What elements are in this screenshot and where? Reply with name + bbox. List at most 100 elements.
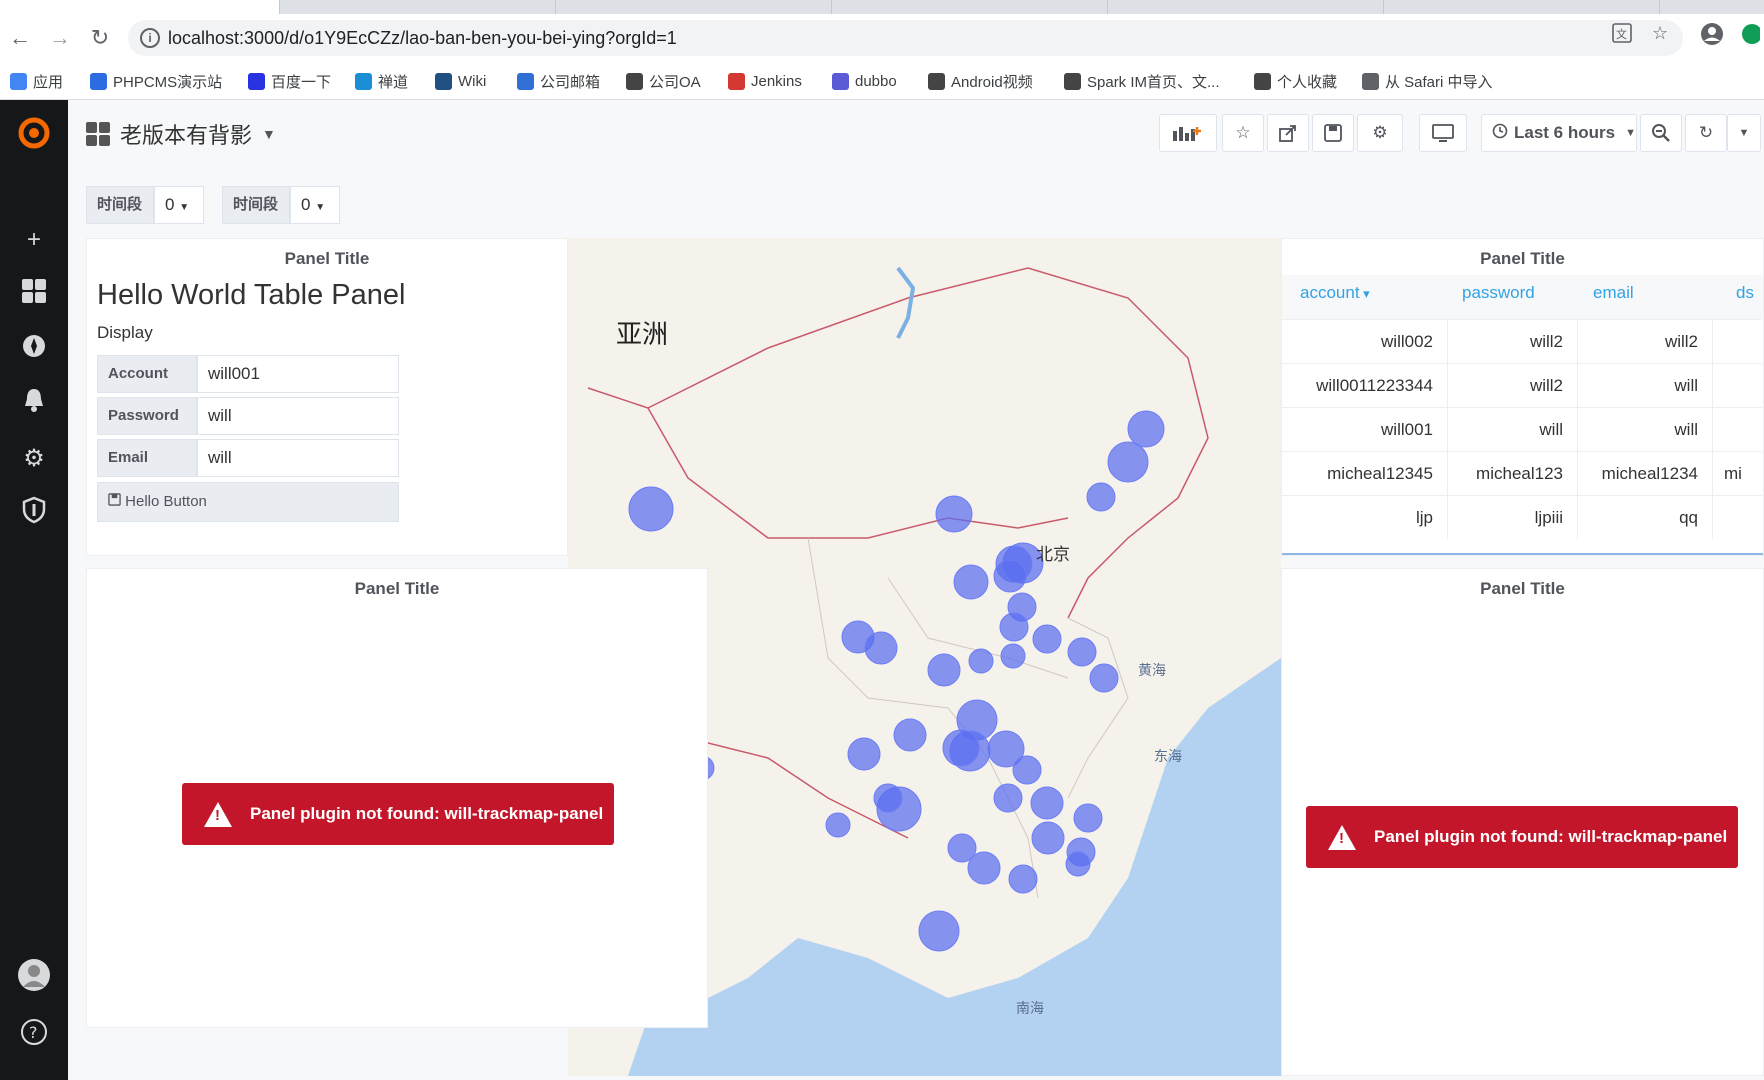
email-input[interactable]: will: [197, 439, 399, 477]
bookmark-item[interactable]: Wiki: [435, 71, 486, 91]
refresh-interval-dropdown[interactable]: ▼: [1727, 114, 1761, 152]
user-avatar-icon[interactable]: [17, 958, 51, 992]
variable-select[interactable]: 0 ▼: [154, 186, 204, 224]
bookmark-item[interactable]: 应用: [10, 71, 63, 91]
plus-icon[interactable]: +: [17, 223, 51, 257]
browser-tab[interactable]: [1384, 0, 1660, 14]
bookmark-item[interactable]: PHPCMS演示站: [90, 71, 222, 91]
forward-arrow-icon[interactable]: →: [48, 26, 72, 50]
map-marker[interactable]: [967, 851, 1001, 885]
dashboard-title[interactable]: 老版本有背影: [120, 118, 252, 150]
column-header-account[interactable]: account ▾: [1300, 283, 1370, 303]
map-marker[interactable]: [942, 729, 980, 767]
extension-icon[interactable]: [1740, 22, 1762, 51]
refresh-button[interactable]: ↻: [1685, 114, 1727, 152]
column-header-label: password: [1462, 283, 1535, 302]
bookmark-star-icon[interactable]: ☆: [1652, 23, 1668, 44]
map-marker[interactable]: [1032, 624, 1062, 654]
map-marker[interactable]: [1012, 755, 1042, 785]
bookmark-item[interactable]: dubbo: [832, 71, 897, 91]
map-marker[interactable]: [873, 783, 903, 813]
map-marker[interactable]: [1089, 663, 1119, 693]
map-marker[interactable]: [1067, 637, 1097, 667]
tv-mode-button[interactable]: [1419, 114, 1467, 152]
map-marker[interactable]: [1107, 441, 1149, 483]
map-marker[interactable]: [893, 718, 927, 752]
explore-compass-icon[interactable]: [17, 333, 51, 367]
map-marker[interactable]: [1031, 821, 1065, 855]
help-icon[interactable]: ?: [17, 1018, 51, 1052]
column-header-password[interactable]: password: [1462, 283, 1535, 303]
map-marker[interactable]: [999, 612, 1029, 642]
bookmark-item[interactable]: 公司邮箱: [517, 71, 600, 91]
bookmark-item[interactable]: 禅道: [355, 71, 408, 91]
browser-tab[interactable]: [832, 0, 1108, 14]
map-marker[interactable]: [935, 495, 973, 533]
map-marker[interactable]: [1086, 482, 1116, 512]
bookmark-item[interactable]: 个人收藏: [1254, 71, 1337, 91]
table-cell: will2: [1529, 332, 1563, 351]
password-input[interactable]: will: [197, 397, 399, 435]
panel-title[interactable]: Panel Title: [87, 579, 707, 599]
browser-tab-active[interactable]: [0, 0, 280, 14]
map-marker[interactable]: [1127, 410, 1165, 448]
dashboard-title-picker[interactable]: 老版本有背影 ▼: [86, 118, 276, 150]
caret-down-icon[interactable]: ▼: [262, 126, 276, 142]
jenkins-icon: [728, 72, 745, 90]
map-marker[interactable]: [918, 910, 960, 952]
map-marker[interactable]: [1008, 864, 1038, 894]
map-marker[interactable]: [1000, 643, 1026, 669]
map-marker[interactable]: [864, 631, 898, 665]
map-marker[interactable]: [1065, 851, 1091, 877]
panel-title[interactable]: Panel Title: [87, 249, 567, 269]
dashboards-icon[interactable]: [17, 278, 51, 312]
table-cell: qq: [1679, 508, 1698, 527]
star-dashboard-button[interactable]: ☆: [1222, 114, 1264, 152]
settings-gear-button[interactable]: ⚙: [1357, 114, 1403, 152]
browser-tab[interactable]: [556, 0, 832, 14]
bookmark-item[interactable]: 从 Safari 中导入: [1362, 71, 1493, 91]
map-marker[interactable]: [628, 486, 674, 532]
back-arrow-icon[interactable]: ←: [8, 26, 32, 50]
map-marker[interactable]: [993, 783, 1023, 813]
shield-icon[interactable]: [17, 496, 51, 530]
grafana-logo-icon[interactable]: [17, 116, 51, 150]
account-input[interactable]: will001: [197, 355, 399, 393]
translate-icon[interactable]: 文: [1612, 23, 1632, 48]
map-marker[interactable]: [927, 653, 961, 687]
share-button[interactable]: [1267, 114, 1309, 152]
map-marker[interactable]: [993, 559, 1027, 593]
alert-bell-icon[interactable]: [17, 387, 51, 421]
bookmark-item[interactable]: Spark IM首页、文...: [1064, 71, 1220, 91]
omnibox[interactable]: i localhost:3000/d/o1Y9EcCZz/lao-ban-ben…: [128, 20, 1683, 56]
map-marker[interactable]: [1073, 803, 1103, 833]
time-picker-button[interactable]: Last 6 hours ▼: [1481, 114, 1637, 152]
panel-title[interactable]: Panel Title: [1282, 249, 1763, 269]
browser-tab[interactable]: [1108, 0, 1384, 14]
profile-avatar-icon[interactable]: [1700, 22, 1724, 51]
bookmark-item[interactable]: Android视频: [928, 71, 1033, 91]
hello-button[interactable]: Hello Button: [97, 482, 399, 522]
map-marker[interactable]: [825, 812, 851, 838]
bookmark-item[interactable]: Jenkins: [728, 71, 802, 91]
variable-select[interactable]: 0 ▼: [290, 186, 340, 224]
map-marker[interactable]: [1030, 786, 1064, 820]
url-text[interactable]: localhost:3000/d/o1Y9EcCZz/lao-ban-ben-y…: [168, 28, 677, 49]
bookmark-item[interactable]: 公司OA: [626, 71, 701, 91]
save-dashboard-button[interactable]: [1312, 114, 1354, 152]
browser-tab[interactable]: [280, 0, 556, 14]
column-header-email[interactable]: email: [1593, 283, 1634, 303]
site-info-icon[interactable]: i: [140, 28, 160, 48]
map-marker[interactable]: [847, 737, 881, 771]
zoom-out-button[interactable]: [1640, 114, 1682, 152]
panel-title[interactable]: Panel Title: [1282, 579, 1763, 599]
add-panel-button[interactable]: [1159, 114, 1217, 152]
reload-icon[interactable]: ↻: [88, 26, 112, 50]
config-gear-icon[interactable]: ⚙: [17, 442, 51, 476]
map-marker[interactable]: [968, 648, 994, 674]
column-header-ds[interactable]: ds: [1736, 283, 1754, 303]
bookmark-item[interactable]: 百度一下: [248, 71, 331, 91]
map-marker[interactable]: [953, 564, 989, 600]
bookmark-label: 禅道: [378, 73, 409, 91]
horizontal-scrollbar[interactable]: [1282, 553, 1763, 555]
